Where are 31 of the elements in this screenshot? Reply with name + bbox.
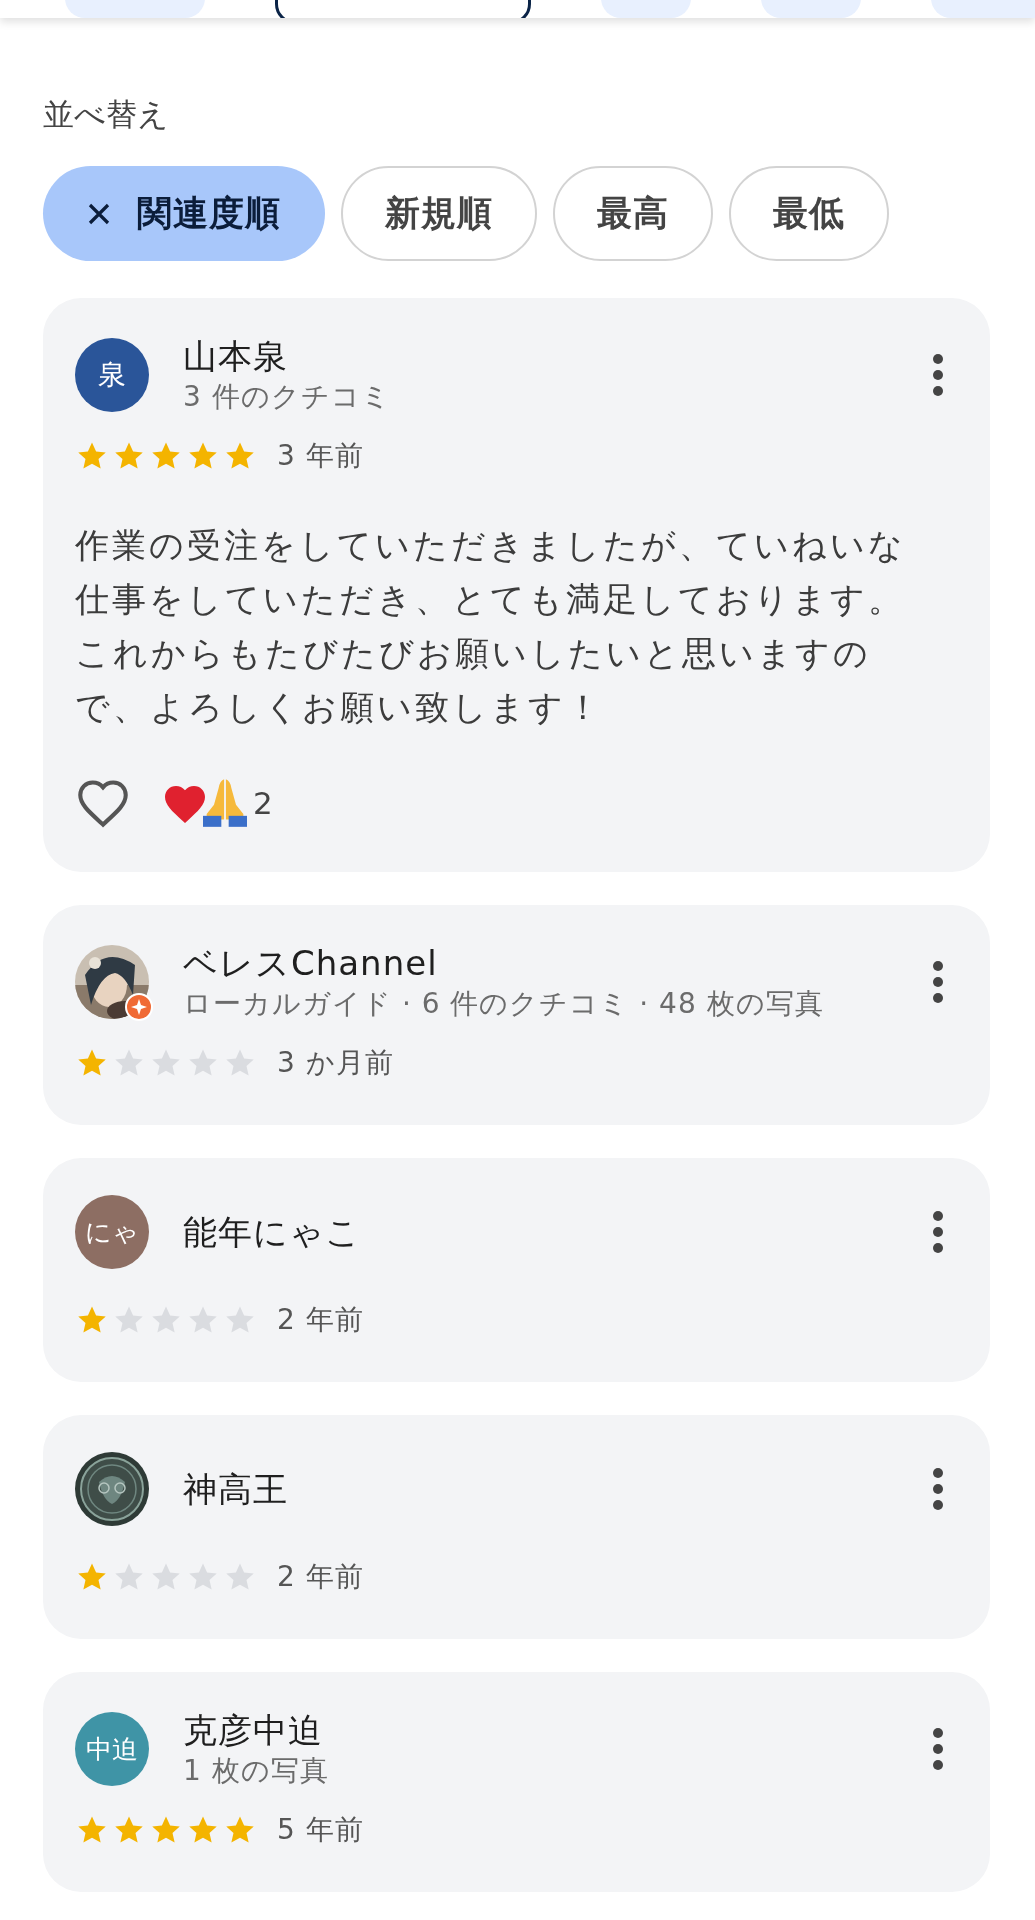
review-text: 作業の受注をしていただきましたが、ていねいな仕事をしていただき、とても満足しております。これからもたびたびお願いしたいと思いますので、よろしくお願い致します！ xyxy=(75,524,907,729)
review-time: 3 か月前 xyxy=(277,1045,394,1081)
more-options-icon[interactable] xyxy=(932,353,944,397)
reviewer-name[interactable]: ベレスChannel xyxy=(183,941,898,985)
review-time: 5 年前 xyxy=(277,1812,364,1848)
reviewer-name[interactable]: 神高王 xyxy=(183,1467,898,1511)
reviewer-info: ローカルガイド · 6 件のクチコミ · 48 枚の写真 xyxy=(183,986,825,1022)
review-time: 3 年前 xyxy=(277,438,364,474)
avatar: 泉 xyxy=(75,338,149,412)
reviewer-info: 3 件のクチコミ xyxy=(183,379,392,415)
review-time: 2 年前 xyxy=(277,1559,364,1595)
reviewer-name[interactable]: 山本泉 xyxy=(183,334,898,378)
avatar: にゃ xyxy=(75,1195,149,1269)
reaction-count: 2 xyxy=(253,785,273,821)
more-options-icon[interactable] xyxy=(932,1727,944,1771)
sort-chip[interactable]: 関連度順 xyxy=(43,166,325,261)
more-options-icon[interactable] xyxy=(932,960,944,1004)
praying-hands-icon xyxy=(203,779,247,827)
sort-chip[interactable]: 最高 xyxy=(553,166,713,261)
sort-chip[interactable]: 最低 xyxy=(729,166,889,261)
sort-label: 並べ替え xyxy=(43,95,169,134)
review-time: 2 年前 xyxy=(277,1302,364,1338)
close-icon xyxy=(87,201,111,226)
reviewer-info: 1 枚の写真 xyxy=(183,1753,330,1789)
reviewer-name[interactable]: 能年にゃこ xyxy=(183,1210,898,1254)
more-options-icon[interactable] xyxy=(932,1210,944,1254)
sort-chip[interactable]: 新規順 xyxy=(341,166,537,261)
heart-outline-icon[interactable] xyxy=(75,778,131,828)
reviewer-name[interactable]: 克彦中迫 xyxy=(183,1708,898,1752)
avatar: 中迫 xyxy=(75,1712,149,1786)
more-options-icon[interactable] xyxy=(932,1467,944,1511)
